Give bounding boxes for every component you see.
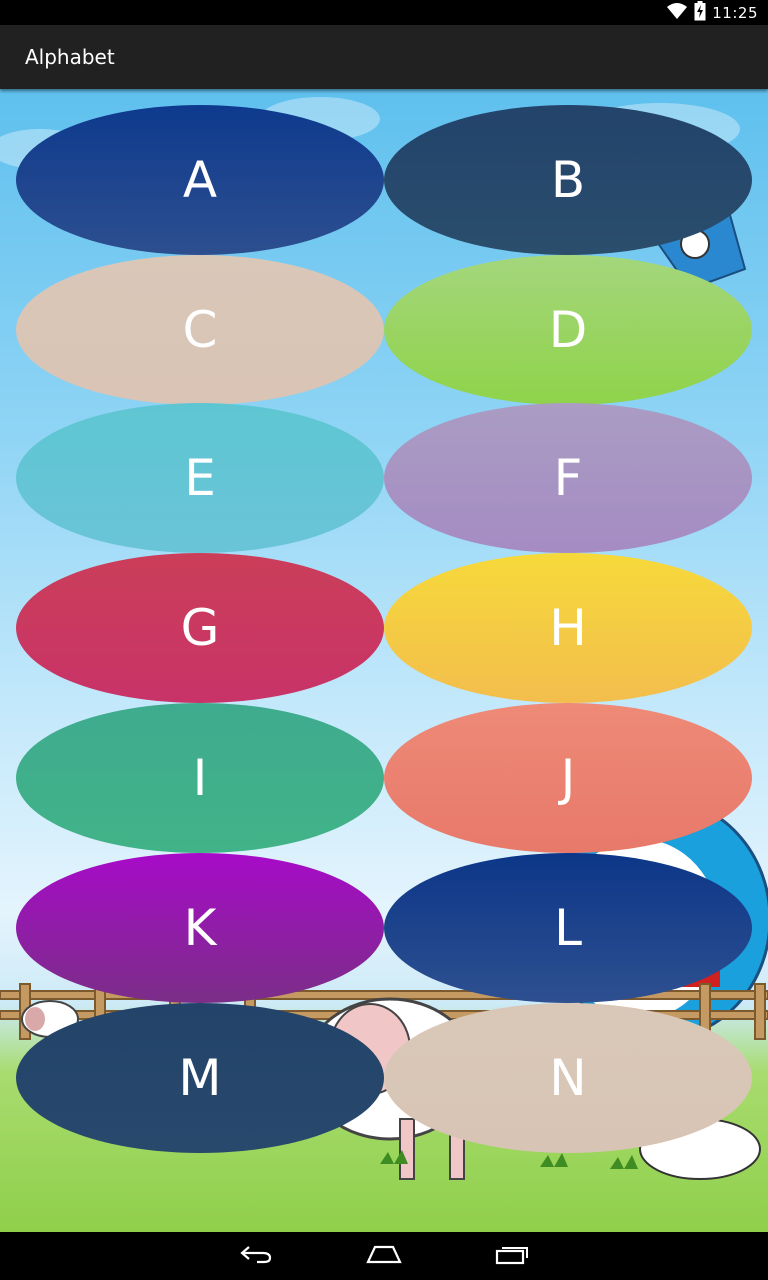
letter-button-a[interactable]: A [16,105,384,255]
letter-label: G [180,599,220,657]
battery-charging-icon [694,0,706,25]
letter-label: B [550,151,586,209]
letter-button-c[interactable]: C [16,255,384,405]
recent-apps-button[interactable] [488,1242,536,1270]
letter-label: H [549,599,587,657]
action-bar: Alphabet [0,25,768,89]
letter-label: I [192,749,208,807]
letter-label: L [554,899,582,957]
back-icon [239,1244,273,1268]
letter-label: N [549,1049,587,1107]
home-button[interactable] [360,1242,408,1270]
status-icons: 11:25 [666,0,758,25]
letter-label: D [548,301,588,359]
letter-button-d[interactable]: D [384,255,752,405]
letter-label: F [553,449,583,507]
letter-button-j[interactable]: J [384,703,752,853]
status-bar: 11:25 [0,0,768,25]
recent-apps-icon [494,1243,530,1269]
letter-label: J [560,749,576,807]
letter-label: A [182,151,218,209]
letter-button-g[interactable]: G [16,553,384,703]
letter-button-m[interactable]: M [16,1003,384,1153]
letter-button-e[interactable]: E [16,403,384,553]
letter-button-h[interactable]: H [384,553,752,703]
letter-button-i[interactable]: I [16,703,384,853]
content-area: A B C D E F G H I J K L M N [0,89,768,1232]
letter-label: K [183,899,217,957]
letter-label: M [178,1049,222,1107]
letter-button-b[interactable]: B [384,105,752,255]
home-icon [365,1244,403,1268]
letter-button-f[interactable]: F [384,403,752,553]
app-title: Alphabet [25,45,115,69]
wifi-icon [666,2,688,24]
screen: 11:25 Alphabet A B C D E F G H I J K L M… [0,0,768,1280]
letter-button-k[interactable]: K [16,853,384,1003]
status-time: 11:25 [712,3,758,22]
letter-button-l[interactable]: L [384,853,752,1003]
letter-label: E [184,449,216,507]
letter-button-n[interactable]: N [384,1003,752,1153]
navigation-bar [0,1232,768,1280]
back-button[interactable] [232,1242,280,1270]
letter-label: C [182,301,218,359]
